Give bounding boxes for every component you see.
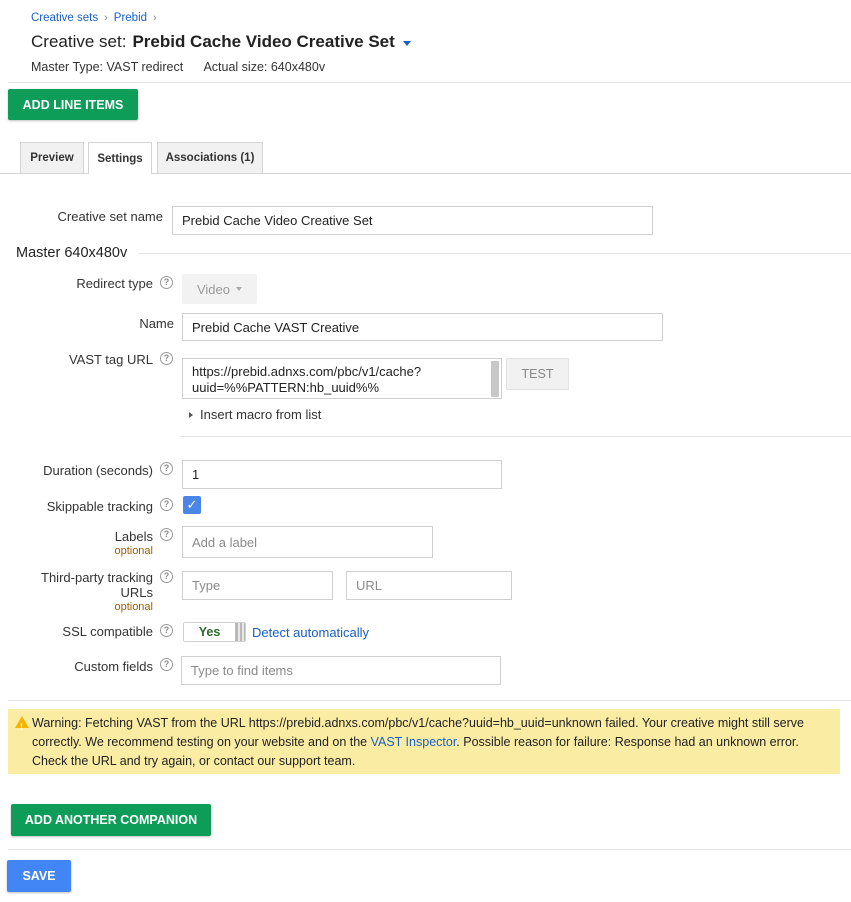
breadcrumb-prebid[interactable]: Prebid (114, 12, 147, 24)
custom-fields-label: Custom fields (74, 659, 153, 674)
title-prefix: Creative set: (31, 32, 127, 51)
section-divider (138, 253, 851, 254)
name-label: Name (139, 316, 174, 331)
help-icon[interactable]: ? (160, 276, 173, 289)
detect-automatically-link[interactable]: Detect automatically (252, 625, 369, 640)
custom-fields-input[interactable]: Type to find items (181, 656, 501, 685)
ssl-toggle[interactable]: Yes (183, 622, 246, 642)
toggle-handle[interactable] (235, 623, 245, 641)
help-icon[interactable]: ? (160, 528, 173, 541)
redirect-type-label: Redirect type (76, 276, 153, 291)
tab-associations[interactable]: Associations (1) (157, 142, 263, 173)
help-icon[interactable]: ? (160, 498, 173, 511)
name-input[interactable]: Prebid Cache VAST Creative (182, 313, 663, 341)
expand-arrow-icon (189, 411, 193, 418)
add-another-companion-button[interactable]: ADD ANOTHER COMPANION (11, 804, 211, 836)
master-type-value: VAST redirect (106, 60, 184, 74)
duration-label: Duration (seconds) (43, 463, 153, 478)
creative-set-meta: Master Type: VAST redirect Actual size: … (31, 60, 325, 74)
vast-tag-url-input[interactable]: https://prebid.adnxs.com/pbc/v1/cache? u… (182, 358, 502, 399)
labels-optional-hint: optional (114, 545, 153, 557)
active-tab-gap (89, 172, 151, 174)
ssl-toggle-value: Yes (184, 623, 235, 641)
divider (8, 700, 851, 701)
help-icon[interactable]: ? (160, 462, 173, 475)
add-line-items-button[interactable]: ADD LINE ITEMS (8, 89, 138, 120)
creative-set-name-input[interactable]: Prebid Cache Video Creative Set (172, 206, 653, 235)
duration-input[interactable]: 1 (182, 460, 502, 489)
tracking-url-input[interactable]: URL (346, 571, 512, 600)
insert-macro-label: Insert macro from list (200, 407, 322, 422)
vast-tag-url-label: VAST tag URL (68, 352, 153, 367)
help-icon[interactable]: ? (160, 624, 173, 637)
skippable-tracking-checkbox[interactable]: ✓ (183, 496, 201, 514)
chevron-down-icon (236, 287, 242, 291)
tab-settings[interactable]: Settings (88, 142, 152, 174)
divider (8, 849, 851, 850)
insert-macro-link[interactable]: Insert macro from list (189, 407, 321, 422)
third-party-label-line-1: Third-party tracking (41, 570, 153, 585)
checkmark-icon: ✓ (186, 497, 198, 512)
save-button[interactable]: SAVE (7, 860, 71, 892)
creative-set-name-title: Prebid Cache Video Creative Set (132, 32, 395, 51)
redirect-type-value: Video (196, 281, 230, 297)
breadcrumb: Creative sets › Prebid › (31, 12, 157, 24)
help-icon[interactable]: ? (160, 352, 173, 365)
ssl-compatible-label: SSL compatible (62, 624, 153, 639)
master-section-title: Master 640x480v (16, 245, 128, 261)
test-button[interactable]: TEST (506, 358, 569, 390)
title-dropdown-icon[interactable] (402, 40, 411, 46)
warning-banner: ! Warning: Fetching VAST from the URL ht… (8, 709, 840, 774)
page-title: Creative set: Prebid Cache Video Creativ… (31, 32, 411, 52)
actual-size-label: Actual size: (203, 60, 268, 74)
breadcrumb-separator: › (104, 12, 108, 24)
breadcrumb-separator: › (153, 12, 157, 24)
vast-tag-url-line-1: https://prebid.adnxs.com/pbc/v1/cache? (192, 364, 422, 379)
warning-triangle-icon: ! (15, 716, 29, 732)
third-party-label-line-2: URLs (120, 585, 153, 600)
actual-size-value: 640x480v (270, 60, 326, 74)
redirect-type-select: Video (182, 274, 257, 304)
third-party-optional-hint: optional (114, 601, 153, 613)
tab-preview[interactable]: Preview (20, 142, 84, 173)
creative-set-name-label: Creative set name (57, 209, 164, 224)
textarea-scrollbar[interactable] (491, 361, 499, 397)
tracking-type-input[interactable]: Type (182, 571, 333, 600)
breadcrumb-creative-sets[interactable]: Creative sets (31, 12, 98, 24)
divider (180, 436, 851, 437)
labels-input[interactable]: Add a label (182, 526, 433, 558)
vast-inspector-link[interactable]: VAST Inspector (371, 735, 457, 749)
master-type-label: Master Type: (31, 60, 104, 74)
help-icon[interactable]: ? (160, 658, 173, 671)
skippable-tracking-label: Skippable tracking (46, 499, 153, 514)
vast-tag-url-line-2: uuid=%%PATTERN:hb_uuid%% (192, 380, 380, 395)
help-icon[interactable]: ? (160, 570, 173, 583)
labels-label: Labels (114, 529, 153, 544)
divider (8, 82, 851, 83)
